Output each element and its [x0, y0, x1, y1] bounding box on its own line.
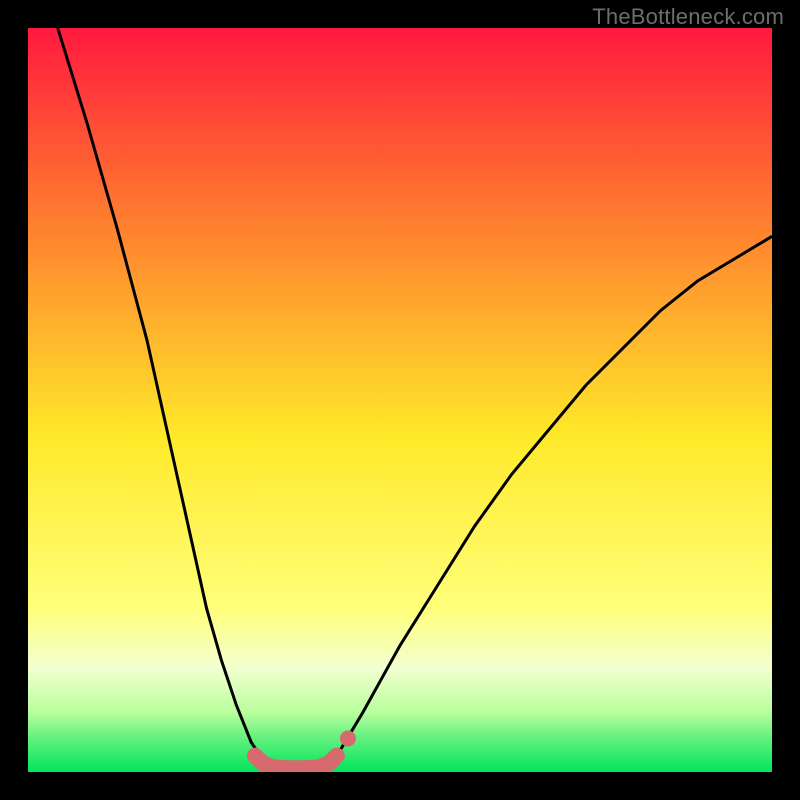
chart-plot-area [28, 28, 772, 772]
gradient-background [28, 28, 772, 772]
chart-frame: TheBottleneck.com [0, 0, 800, 800]
marker-dot [340, 731, 356, 747]
chart-svg [28, 28, 772, 772]
watermark-text: TheBottleneck.com [592, 4, 784, 30]
